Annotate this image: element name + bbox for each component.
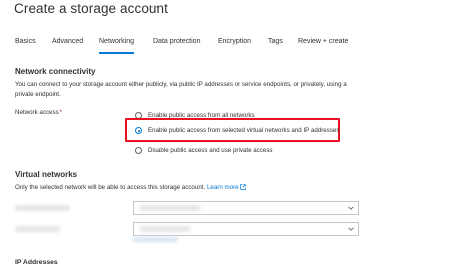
network-access-label: Network access* xyxy=(15,109,62,116)
network-access-label-text: Network access xyxy=(15,109,59,116)
tab-networking[interactable]: Networking xyxy=(99,38,135,54)
tab-bar: Basics Advanced Networking Data protecti… xyxy=(0,38,474,58)
tab-review-create[interactable]: Review + create xyxy=(298,38,348,45)
radio-label: Enable public access from selected virtu… xyxy=(148,127,340,134)
redacted-value xyxy=(140,205,200,211)
redacted-subscription-label xyxy=(15,205,70,211)
radio-disable-public-access[interactable]: Disable public access and use private ac… xyxy=(135,147,273,154)
subscription-dropdown[interactable] xyxy=(133,201,359,215)
redacted-vnet-label xyxy=(15,226,60,232)
more-options-icon[interactable]: ··· xyxy=(150,0,165,13)
tab-encryption[interactable]: Encryption xyxy=(218,38,251,45)
virtual-networks-heading: Virtual networks xyxy=(15,170,78,179)
tab-tags[interactable]: Tags xyxy=(268,38,283,45)
network-connectivity-heading: Network connectivity xyxy=(15,67,96,76)
redacted-link xyxy=(133,237,178,242)
tab-basics[interactable]: Basics xyxy=(15,38,36,45)
tab-advanced[interactable]: Advanced xyxy=(52,38,83,45)
chevron-down-icon xyxy=(348,226,354,234)
page-title: Create a storage account xyxy=(14,1,168,16)
required-marker: * xyxy=(59,109,63,116)
radio-circle[interactable] xyxy=(135,147,142,154)
radio-label: Disable public access and use private ac… xyxy=(148,147,273,154)
virtual-networks-text: Only the selected network will be able t… xyxy=(15,184,206,191)
description-line-2: private endpoint. xyxy=(15,90,61,98)
radio-selected-networks[interactable]: Enable public access from selected virtu… xyxy=(135,127,339,134)
redacted-value xyxy=(140,226,190,232)
tab-data-protection[interactable]: Data protection xyxy=(153,38,200,45)
learn-more-link[interactable]: Learn more xyxy=(207,184,239,191)
ip-addresses-heading: IP Addresses xyxy=(15,259,58,266)
virtual-network-dropdown[interactable] xyxy=(133,222,359,236)
chevron-down-icon xyxy=(348,205,354,213)
virtual-networks-description: Only the selected network will be able t… xyxy=(15,183,247,193)
external-link-icon[interactable] xyxy=(240,183,247,191)
description-line-1: You can connect to your storage account … xyxy=(15,81,347,88)
network-connectivity-description: You can connect to your storage account … xyxy=(15,80,455,99)
radio-circle[interactable] xyxy=(135,127,142,134)
